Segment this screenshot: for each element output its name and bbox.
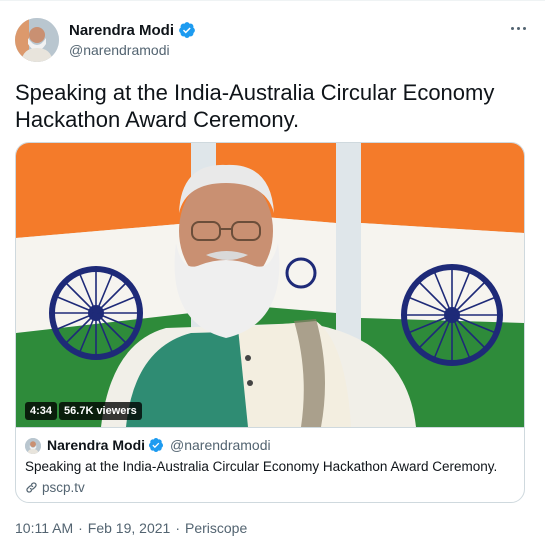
card-author-name: Narendra Modi [47, 437, 146, 453]
author-name[interactable]: Narendra Modi [69, 22, 174, 39]
card-author-avatar [25, 438, 41, 454]
verified-badge-icon [179, 22, 195, 38]
viewer-count-badge: 56.7K viewers [59, 402, 142, 420]
more-options-icon[interactable] [507, 17, 529, 39]
tweet: Narendra Modi @narendramodi Speaking at … [0, 0, 545, 541]
card-link[interactable]: pscp.tv [25, 480, 85, 495]
tweet-date[interactable]: Feb 19, 2021 [88, 520, 171, 536]
tweet-text: Speaking at the India-Australia Circular… [15, 80, 495, 132]
meta-separator: · [78, 520, 83, 536]
tweet-time[interactable]: 10:11 AM [15, 520, 73, 536]
video-thumbnail[interactable]: 4:34 56.7K viewers [16, 143, 524, 427]
video-duration-badge: 4:34 [25, 402, 58, 420]
tweet-meta: 10:11 AM · Feb 19, 2021 · Periscope [15, 520, 247, 536]
card-verified-badge-icon [149, 438, 164, 452]
card-link-text[interactable]: pscp.tv [42, 480, 85, 495]
author-avatar[interactable] [15, 18, 59, 62]
tweet-source[interactable]: Periscope [185, 520, 247, 536]
link-icon [26, 482, 37, 493]
card-text: Speaking at the India-Australia Circular… [25, 459, 498, 474]
meta-separator: · [175, 520, 180, 536]
card-footer[interactable]: Narendra Modi @narendramodi Speaking at … [16, 427, 524, 502]
author-handle[interactable]: @narendramodi [69, 42, 170, 58]
periscope-card[interactable]: 4:34 56.7K viewers Narendra Modi @narend… [15, 142, 525, 503]
card-author-handle: @narendramodi [170, 437, 271, 453]
